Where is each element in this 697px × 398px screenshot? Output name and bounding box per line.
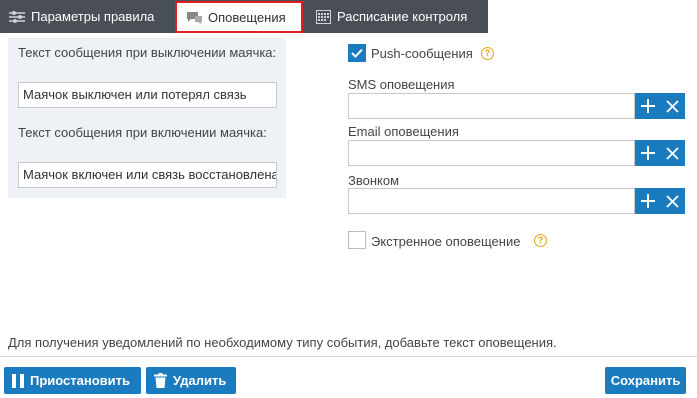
plus-icon xyxy=(640,146,655,160)
pause-label: Приостановить xyxy=(30,373,131,388)
delete-button[interactable]: Удалить xyxy=(146,367,236,394)
call-remove-button[interactable] xyxy=(660,188,685,214)
tab-bar: Параметры правила Оповещения Расписание … xyxy=(0,0,488,33)
call-add-button[interactable] xyxy=(635,188,660,214)
help-icon[interactable]: ? xyxy=(534,234,547,247)
tab-schedule[interactable]: Расписание контроля xyxy=(314,0,467,33)
tab-label: Расписание контроля xyxy=(337,9,468,24)
close-icon xyxy=(666,146,679,160)
plus-icon xyxy=(640,194,655,208)
close-icon xyxy=(666,194,679,208)
pause-button[interactable]: Приостановить xyxy=(4,367,141,394)
save-button[interactable]: Сохранить xyxy=(605,367,686,394)
pause-icon xyxy=(12,373,24,388)
trash-icon xyxy=(154,373,167,388)
on-message-label: Текст сообщения при включении маячка: xyxy=(18,125,267,140)
tab-label: Оповещения xyxy=(208,9,286,25)
push-checkbox[interactable] xyxy=(348,44,366,62)
off-message-input[interactable]: Маячок выключен или потерял связь xyxy=(18,82,277,108)
call-input[interactable] xyxy=(348,188,635,214)
email-label: Email оповещения xyxy=(348,124,459,139)
delete-label: Удалить xyxy=(173,373,227,388)
email-remove-button[interactable] xyxy=(660,140,685,166)
email-add-button[interactable] xyxy=(635,140,660,166)
sms-remove-button[interactable] xyxy=(660,93,685,119)
sliders-icon xyxy=(8,10,26,24)
on-message-input[interactable]: Маячок включен или связь восстановлена xyxy=(18,162,277,188)
push-label: Push-сообщения xyxy=(371,46,473,61)
help-icon[interactable]: ? xyxy=(481,47,494,60)
call-label: Звонком xyxy=(348,173,400,188)
email-input[interactable] xyxy=(348,140,635,166)
notification-icon xyxy=(185,10,203,24)
hint-text: Для получения уведомлений по необходимом… xyxy=(8,335,557,350)
footer-divider xyxy=(0,356,697,357)
sms-add-button[interactable] xyxy=(635,93,660,119)
close-icon xyxy=(666,99,679,113)
tab-label: Параметры правила xyxy=(31,9,155,24)
checkmark-icon xyxy=(351,48,363,58)
tab-notifications[interactable]: Оповещения xyxy=(175,1,303,33)
calendar-icon xyxy=(314,9,332,24)
emergency-label: Экстренное оповещение xyxy=(371,234,521,249)
emergency-checkbox[interactable] xyxy=(348,231,366,249)
plus-icon xyxy=(640,99,655,113)
tab-rule-params[interactable]: Параметры правила xyxy=(8,0,154,33)
off-message-label: Текст сообщения при выключении маячка: xyxy=(18,45,277,60)
sms-input[interactable] xyxy=(348,93,635,119)
sms-label: SMS оповещения xyxy=(348,77,455,92)
save-label: Сохранить xyxy=(610,373,681,388)
